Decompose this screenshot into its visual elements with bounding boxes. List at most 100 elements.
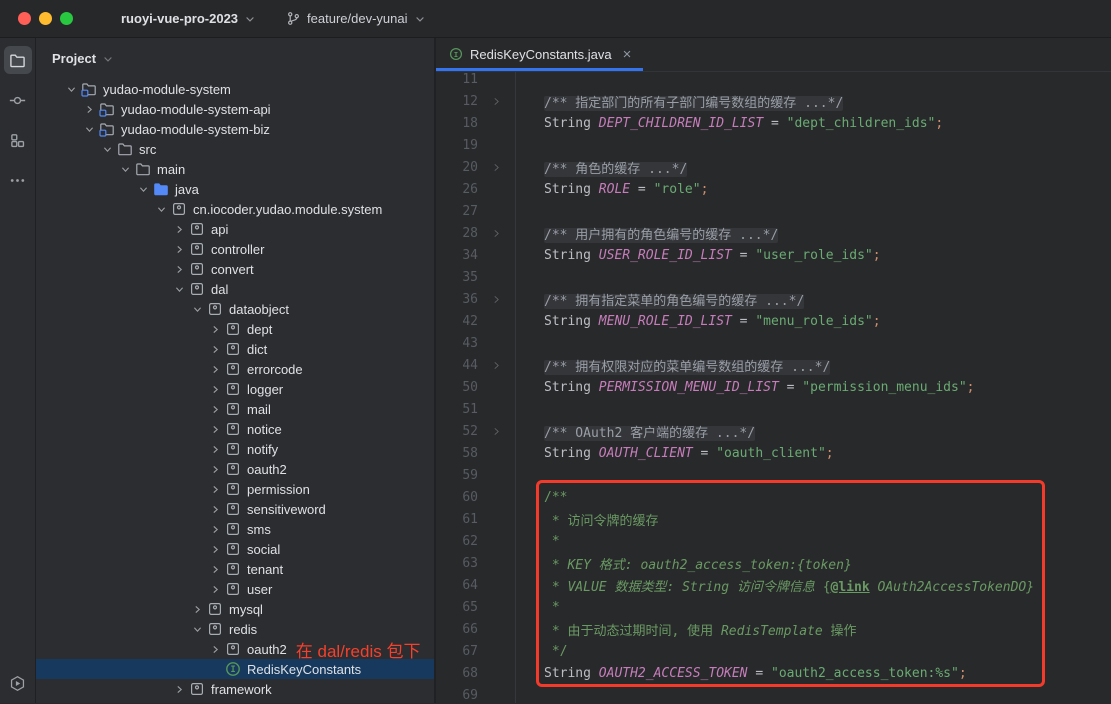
tree-item-dataobject[interactable]: dataobject (36, 299, 434, 319)
project-switcher[interactable]: ruoyi-vue-pro-2023 (115, 7, 262, 30)
code-line-19[interactable]: 19 (436, 134, 1111, 156)
tree-item-permission[interactable]: permission (36, 479, 434, 499)
code-line-12[interactable]: 12/** 指定部门的所有子部门编号数组的缓存 ...*/ (436, 90, 1111, 112)
code-line-59[interactable]: 59 (436, 464, 1111, 486)
chevron-expanded-icon[interactable] (134, 181, 152, 197)
chevron-collapsed-icon[interactable] (206, 321, 224, 337)
tree-item-controller[interactable]: controller (36, 239, 434, 259)
fold-region-icon[interactable] (478, 96, 514, 107)
code-line-20[interactable]: 20/** 角色的缓存 ...*/ (436, 156, 1111, 178)
tree-item-yudao-module-system-biz[interactable]: yudao-module-system-biz (36, 119, 434, 139)
tree-item-dict[interactable]: dict (36, 339, 434, 359)
chevron-expanded-icon[interactable] (188, 621, 206, 637)
tab-rediskeyconstants[interactable]: I RedisKeyConstants.java × (436, 37, 643, 71)
more-tools-button[interactable] (4, 166, 32, 194)
tree-item-dept[interactable]: dept (36, 319, 434, 339)
code-line-51[interactable]: 51 (436, 398, 1111, 420)
chevron-expanded-icon[interactable] (98, 141, 116, 157)
code-line-11[interactable]: 11 (436, 72, 1111, 90)
tree-item-framework[interactable]: framework (36, 679, 434, 699)
fold-region-icon[interactable] (478, 360, 514, 371)
chevron-collapsed-icon[interactable] (206, 481, 224, 497)
code-line-69[interactable]: 69 (436, 684, 1111, 703)
code-line-34[interactable]: 34String USER_ROLE_ID_LIST = "user_role_… (436, 244, 1111, 266)
git-branch-widget[interactable]: feature/dev-yunai (280, 7, 431, 30)
tree-item-sms[interactable]: sms (36, 519, 434, 539)
code-line-52[interactable]: 52/** OAuth2 客户端的缓存 ...*/ (436, 420, 1111, 442)
code-line-42[interactable]: 42String MENU_ROLE_ID_LIST = "menu_role_… (436, 310, 1111, 332)
chevron-collapsed-icon[interactable] (206, 401, 224, 417)
chevron-collapsed-icon[interactable] (170, 681, 188, 697)
tree-item-cn-iocoder-yudao-module-system[interactable]: cn.iocoder.yudao.module.system (36, 199, 434, 219)
chevron-collapsed-icon[interactable] (206, 381, 224, 397)
tree-item-src[interactable]: src (36, 139, 434, 159)
tree-item-yudao-module-system-api[interactable]: yudao-module-system-api (36, 99, 434, 119)
chevron-expanded-icon[interactable] (188, 301, 206, 317)
tree-item-yudao-module-system[interactable]: yudao-module-system (36, 79, 434, 99)
tree-item-main[interactable]: main (36, 159, 434, 179)
tree-item-oauth2[interactable]: oauth2在 dal/redis 包下 (36, 639, 434, 659)
chevron-collapsed-icon[interactable] (206, 441, 224, 457)
zoom-window-button[interactable] (60, 12, 73, 25)
services-tool-button[interactable] (4, 669, 32, 697)
code-line-64[interactable]: 64 * VALUE 数据类型: String 访问令牌信息 {@link OA… (436, 574, 1111, 596)
code-editor[interactable]: 1112/** 指定部门的所有子部门编号数组的缓存 ...*/18String … (436, 72, 1111, 703)
code-line-44[interactable]: 44/** 拥有权限对应的菜单编号数组的缓存 ...*/ (436, 354, 1111, 376)
code-line-60[interactable]: 60/** (436, 486, 1111, 508)
chevron-expanded-icon[interactable] (152, 201, 170, 217)
chevron-collapsed-icon[interactable] (206, 561, 224, 577)
chevron-collapsed-icon[interactable] (206, 461, 224, 477)
code-line-67[interactable]: 67 */ (436, 640, 1111, 662)
fold-region-icon[interactable] (478, 228, 514, 239)
close-window-button[interactable] (18, 12, 31, 25)
code-line-62[interactable]: 62 * (436, 530, 1111, 552)
tree-item-tenant[interactable]: tenant (36, 559, 434, 579)
minimize-window-button[interactable] (39, 12, 52, 25)
chevron-collapsed-icon[interactable] (206, 521, 224, 537)
tree-item-convert[interactable]: convert (36, 259, 434, 279)
code-line-66[interactable]: 66 * 由于动态过期时间, 使用 RedisTemplate 操作 (436, 618, 1111, 640)
tree-item-mysql[interactable]: mysql (36, 599, 434, 619)
chevron-expanded-icon[interactable] (170, 281, 188, 297)
code-line-68[interactable]: 68String OAUTH2_ACCESS_TOKEN = "oauth2_a… (436, 662, 1111, 684)
tree-item-logger[interactable]: logger (36, 379, 434, 399)
tree-item-java[interactable]: java (36, 179, 434, 199)
tree-item-oauth2[interactable]: oauth2 (36, 459, 434, 479)
code-line-58[interactable]: 58String OAUTH_CLIENT = "oauth_client"; (436, 442, 1111, 464)
chevron-collapsed-icon[interactable] (170, 261, 188, 277)
code-line-27[interactable]: 27 (436, 200, 1111, 222)
code-line-28[interactable]: 28/** 用户拥有的角色编号的缓存 ...*/ (436, 222, 1111, 244)
chevron-expanded-icon[interactable] (80, 121, 98, 137)
code-line-35[interactable]: 35 (436, 266, 1111, 288)
chevron-collapsed-icon[interactable] (206, 341, 224, 357)
chevron-collapsed-icon[interactable] (170, 221, 188, 237)
code-line-36[interactable]: 36/** 拥有指定菜单的角色编号的缓存 ...*/ (436, 288, 1111, 310)
commit-tool-button[interactable] (4, 86, 32, 114)
close-tab-icon[interactable]: × (623, 47, 632, 62)
fold-region-icon[interactable] (478, 294, 514, 305)
tree-item-api[interactable]: api (36, 219, 434, 239)
chevron-collapsed-icon[interactable] (206, 641, 224, 657)
tree-item-dal[interactable]: dal (36, 279, 434, 299)
project-panel-header[interactable]: Project (36, 38, 434, 79)
code-line-43[interactable]: 43 (436, 332, 1111, 354)
chevron-expanded-icon[interactable] (116, 161, 134, 177)
tree-item-errorcode[interactable]: errorcode (36, 359, 434, 379)
chevron-collapsed-icon[interactable] (206, 421, 224, 437)
code-line-63[interactable]: 63 * KEY 格式: oauth2_access_token:{token} (436, 552, 1111, 574)
tree-item-notify[interactable]: notify (36, 439, 434, 459)
chevron-collapsed-icon[interactable] (188, 601, 206, 617)
fold-region-icon[interactable] (478, 426, 514, 437)
tree-item-notice[interactable]: notice (36, 419, 434, 439)
chevron-collapsed-icon[interactable] (206, 541, 224, 557)
chevron-expanded-icon[interactable] (62, 81, 80, 97)
project-tool-button[interactable] (4, 46, 32, 74)
chevron-collapsed-icon[interactable] (80, 101, 98, 117)
chevron-collapsed-icon[interactable] (206, 361, 224, 377)
code-line-18[interactable]: 18String DEPT_CHILDREN_ID_LIST = "dept_c… (436, 112, 1111, 134)
code-line-50[interactable]: 50String PERMISSION_MENU_ID_LIST = "perm… (436, 376, 1111, 398)
structure-tool-button[interactable] (4, 126, 32, 154)
code-line-61[interactable]: 61 * 访问令牌的缓存 (436, 508, 1111, 530)
tree-item-user[interactable]: user (36, 579, 434, 599)
chevron-collapsed-icon[interactable] (170, 241, 188, 257)
